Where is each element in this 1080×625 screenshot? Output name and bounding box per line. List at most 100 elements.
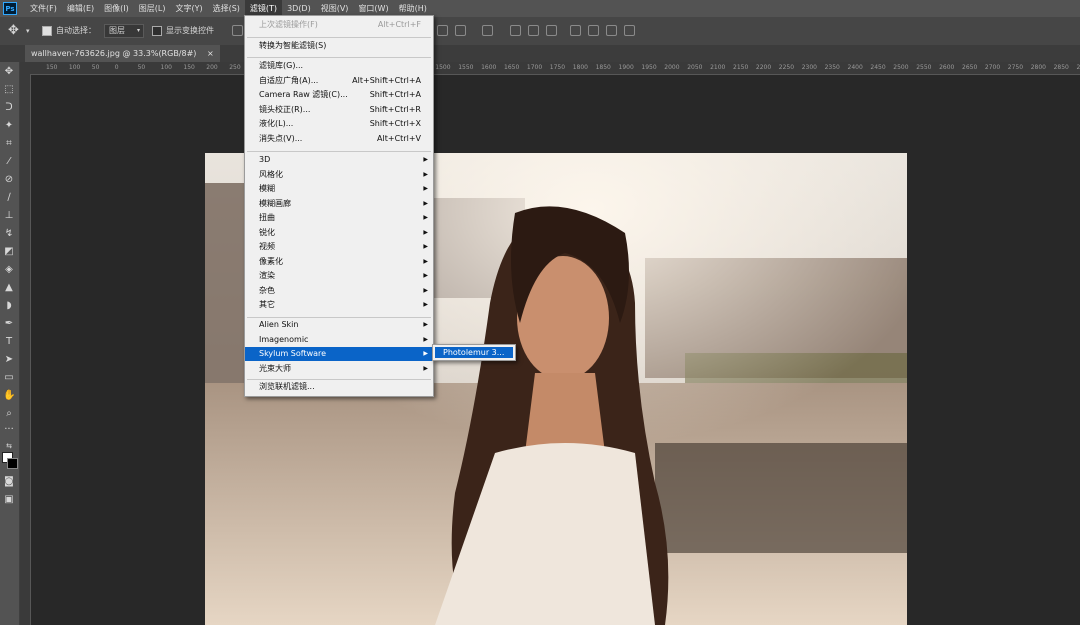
ruler-tick-label: 150 — [183, 64, 195, 71]
auto-select-checkbox[interactable]: 自动选择： — [42, 17, 96, 45]
ruler-tick-label: 1900 — [618, 64, 634, 71]
history-brush-icon[interactable]: ↯ — [3, 228, 15, 240]
menu-layer[interactable]: 图层(L) — [134, 0, 171, 17]
menu-edit[interactable]: 编辑(E) — [62, 0, 99, 17]
menu-item-filter-category[interactable]: 其它 ▶ — [245, 298, 433, 312]
align-center-icon[interactable] — [455, 25, 466, 36]
show-transform-checkbox[interactable]: 显示变换控件 — [152, 17, 214, 45]
lasso-tool-icon[interactable]: ᑐ — [3, 102, 15, 114]
3d-roll-icon[interactable] — [588, 25, 599, 36]
ruler-tick-label: 2250 — [778, 64, 795, 71]
submenu-item-photolemur[interactable]: Photolemur 3... — [435, 347, 513, 358]
menu-image[interactable]: 图像(I) — [99, 0, 134, 17]
close-icon[interactable]: × — [207, 49, 214, 58]
distribute-icon[interactable] — [482, 25, 493, 36]
crop-tool-icon[interactable]: ⌗ — [3, 138, 15, 150]
3d-rotate-icon[interactable] — [570, 25, 581, 36]
checkbox-icon[interactable] — [152, 25, 162, 36]
menu-item-label: 液化(L)... — [259, 119, 294, 128]
menu-item-filter[interactable]: 消失点(V)... Alt+Ctrl+V — [245, 132, 433, 146]
dodge-tool-icon[interactable]: ◗ — [3, 300, 15, 312]
ruler-tick-label: 1700 — [526, 64, 543, 71]
marquee-tool-icon[interactable]: ⬚ — [3, 84, 15, 96]
ruler-tick-label: 0 — [114, 64, 119, 71]
menu-item-label: 自适应广角(A)... — [259, 75, 319, 85]
vertical-ruler — [20, 74, 31, 625]
menu-item-filter-category[interactable]: 扭曲 ▶ — [245, 211, 433, 225]
swap-colors-icon[interactable]: ⇆ — [3, 440, 15, 452]
distribute-bottom-icon[interactable] — [546, 25, 557, 36]
menu-item-plugin[interactable]: Skylum Software ▶ — [245, 347, 433, 361]
move-tool-icon[interactable]: ✥ — [3, 66, 15, 78]
pen-tool-icon[interactable]: ✒ — [3, 318, 15, 330]
submenu-arrow-icon: ▶ — [423, 364, 428, 372]
type-tool-icon[interactable]: T — [3, 336, 15, 348]
menu-item-filter-category[interactable]: 视频 ▶ — [245, 240, 433, 254]
menu-item-label: 其它 — [259, 300, 275, 309]
menu-item-filter-category[interactable]: 锐化 ▶ — [245, 226, 433, 240]
path-selection-icon[interactable]: ➤ — [3, 354, 15, 366]
move-tool-icon[interactable]: ✥ — [8, 17, 19, 45]
menu-item-label: 渲染 — [259, 271, 275, 280]
menu-item-filter-category[interactable]: 渲染 ▶ — [245, 269, 433, 283]
chevron-down-icon[interactable]: ▾ — [26, 17, 30, 45]
auto-select-dropdown[interactable]: 图层 ▾ — [104, 17, 144, 45]
menu-item-filter-category[interactable]: 模糊画廊 ▶ — [245, 197, 433, 211]
distribute-middle-icon[interactable] — [528, 25, 539, 36]
background-color-swatch[interactable] — [7, 458, 18, 469]
brush-tool-icon[interactable]: ∕ — [3, 192, 15, 204]
align-icon[interactable] — [232, 25, 243, 36]
menu-item-label: 像素化 — [259, 256, 283, 266]
menu-item-last-filter[interactable]: 上次滤镜操作(F) Alt+Ctrl+F — [245, 18, 433, 32]
rectangle-tool-icon[interactable]: ▭ — [3, 372, 15, 384]
menu-item-filter[interactable]: 滤镜库(G)... — [245, 59, 433, 73]
menu-item-filter-category[interactable]: 像素化 ▶ — [245, 255, 433, 269]
menu-item-convert-smart-filter[interactable]: 转换为智能滤镜(S) — [245, 39, 433, 53]
menu-item-plugin[interactable]: Imagenomic ▶ — [245, 333, 433, 347]
menu-item-browse-online-filters[interactable]: 浏览联机滤镜... — [245, 380, 433, 394]
ruler-tick-label: 2850 — [1053, 64, 1069, 71]
paint-bucket-icon[interactable]: ◈ — [3, 264, 15, 276]
chevron-down-icon: ▾ — [136, 26, 140, 34]
menu-item-filter-category[interactable]: 杂色 ▶ — [245, 284, 433, 298]
menu-item-filter-category[interactable]: 模糊 ▶ — [245, 182, 433, 196]
menu-item-label: 风格化 — [259, 169, 283, 179]
eraser-tool-icon[interactable]: ◩ — [3, 246, 15, 258]
submenu-arrow-icon: ▶ — [423, 156, 428, 163]
checkbox-icon[interactable] — [42, 25, 52, 36]
3d-slide-icon[interactable] — [624, 25, 635, 36]
menu-item-filter[interactable]: Camera Raw 滤镜(C)... Shift+Ctrl+A — [245, 88, 433, 102]
zoom-tool-icon[interactable]: ⌕ — [3, 408, 15, 420]
menu-item-filter-category[interactable]: 3D ▶ — [245, 153, 433, 167]
distribute-top-icon[interactable] — [510, 25, 521, 36]
clone-stamp-icon[interactable]: ⊥ — [3, 210, 15, 222]
menu-item-filter-category[interactable]: 风格化 ▶ — [245, 168, 433, 182]
magic-wand-icon[interactable]: ✦ — [3, 120, 15, 132]
menu-item-label: 上次滤镜操作(F) — [259, 20, 318, 29]
healing-brush-icon[interactable]: ⊘ — [3, 174, 15, 186]
eyedropper-icon[interactable]: ⁄ — [3, 156, 15, 168]
menu-item-filter[interactable]: 液化(L)... Shift+Ctrl+X — [245, 117, 433, 131]
document-tab[interactable]: wallhaven-763626.jpg @ 33.3%(RGB/8#) × — [25, 45, 220, 62]
blur-tool-icon[interactable]: ▲ — [3, 282, 15, 294]
ruler-tick-label: 100 — [68, 64, 81, 71]
menu-item-label: 3D — [259, 155, 271, 164]
ruler-tick-label: 2650 — [962, 64, 978, 71]
menu-item-filter[interactable]: 自适应广角(A)... Alt+Shift+Ctrl+A — [245, 74, 433, 88]
menu-item-plugin[interactable]: Alien Skin ▶ — [245, 318, 433, 332]
screen-mode-icon[interactable]: ▣ — [3, 494, 15, 506]
tools-panel: ✥ ⬚ ᑐ ✦ ⌗ ⁄ ⊘ ∕ ⊥ ↯ ◩ ◈ ▲ ◗ ✒ T ➤ ▭ ✋ ⌕ … — [0, 62, 20, 625]
3d-pan-icon[interactable] — [606, 25, 617, 36]
menu-item-plugin[interactable]: 光束大师 ▶ — [245, 362, 433, 376]
skylum-submenu: Photolemur 3... — [432, 344, 516, 361]
more-tools-icon[interactable]: ··· — [3, 424, 15, 436]
menu-file[interactable]: 文件(F) — [25, 0, 62, 17]
auto-select-label: 自动选择： — [56, 26, 96, 35]
submenu-arrow-icon: ▶ — [423, 301, 428, 308]
hand-tool-icon[interactable]: ✋ — [3, 390, 15, 402]
menu-item-filter[interactable]: 镜头校正(R)... Shift+Ctrl+R — [245, 103, 433, 117]
quick-mask-icon[interactable]: ◙ — [3, 476, 15, 488]
menu-select[interactable]: 选择(S) — [208, 0, 245, 17]
align-left-icon[interactable] — [437, 25, 448, 36]
menu-type[interactable]: 文字(Y) — [170, 0, 207, 17]
